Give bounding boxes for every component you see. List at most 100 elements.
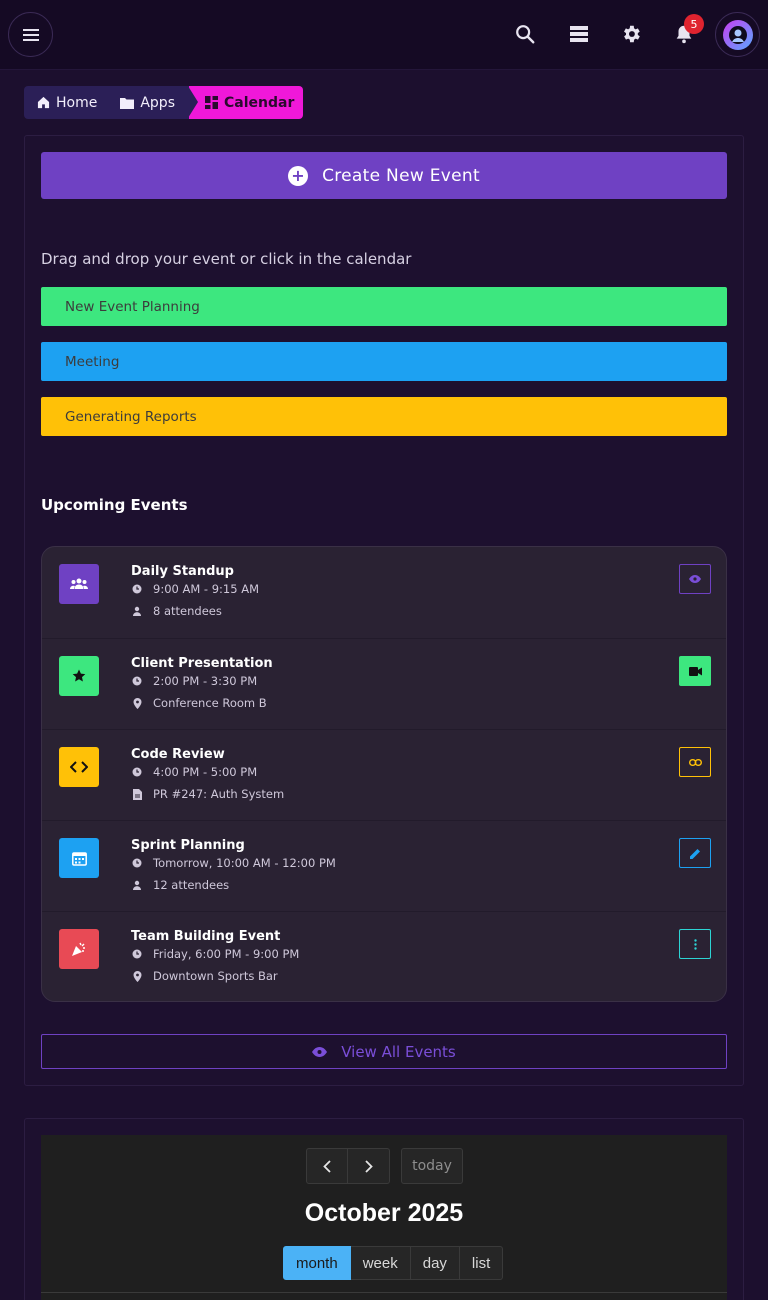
upcoming-events-list: Daily Standup 9:00 AM - 9:15 AM 8 attend… [41,546,727,1002]
settings-button[interactable] [619,22,643,46]
event-time-text: 4:00 PM - 5:00 PM [153,765,258,779]
event-detail-text: 12 attendees [153,878,230,892]
create-button-label: Create New Event [322,165,480,186]
event-detail-text: 8 attendees [153,604,222,618]
list-item[interactable]: Client Presentation 2:00 PM - 3:30 PM Co… [42,638,726,729]
calendar-view-switcher: month week day list [283,1246,504,1280]
event-detail-text: Downtown Sports Bar [153,969,278,983]
external-event-generating-reports[interactable]: Generating Reports [41,397,727,436]
breadcrumb-label: Home [56,94,98,111]
search-icon [516,25,535,44]
chevron-right-icon [364,1159,373,1173]
dashboard-icon [205,96,218,109]
chevron-left-icon [323,1159,331,1173]
code-icon [70,761,88,773]
edit-event-button[interactable] [679,838,711,868]
event-title: Team Building Event [131,929,281,944]
event-time: Tomorrow, 10:00 AM - 12:00 PM [131,856,336,870]
list-item[interactable]: Code Review 4:00 PM - 5:00 PM PR #247: A… [42,729,726,820]
clock-icon [132,858,142,868]
menu-toggle-button[interactable] [8,12,53,57]
view-day-button[interactable]: day [410,1246,460,1280]
event-detail: 12 attendees [131,878,229,892]
upcoming-events-title: Upcoming Events [41,496,188,514]
breadcrumb: Home Apps Calendar [24,86,304,119]
external-event-new-event-planning[interactable]: New Event Planning [41,287,727,326]
calendar-title: October 2025 [304,1199,464,1227]
external-event-meeting[interactable]: Meeting [41,342,727,381]
more-options-button[interactable] [679,929,711,959]
list-item[interactable]: Team Building Event Friday, 6:00 PM - 9:… [42,911,726,1001]
top-navbar: 5 [0,0,768,70]
home-icon [37,96,50,109]
eye-icon [312,1046,328,1057]
user-icon [728,25,747,44]
view-all-label: View All Events [341,1042,456,1061]
person-icon [133,606,141,616]
clock-icon [132,584,142,594]
event-detail-text: Conference Room B [153,696,267,710]
folder-icon [120,97,135,109]
calendar-nav [306,1148,390,1184]
join-video-button[interactable] [679,656,711,686]
party-icon [72,942,85,956]
drag-hint-text: Drag and drop your event or click in the… [41,250,412,268]
more-vertical-icon [693,938,697,950]
star-icon [72,669,86,682]
calendar: today October 2025 month week day list [41,1135,727,1300]
event-detail-text: PR #247: Auth System [153,787,285,801]
events-panel: + Create New Event Drag and drop your ev… [24,135,744,1086]
external-event-label: Meeting [65,353,120,370]
event-time-text: Friday, 6:00 PM - 9:00 PM [153,947,300,961]
open-link-button[interactable] [679,747,711,777]
today-button[interactable]: today [401,1148,463,1184]
video-icon [688,666,702,676]
list-item[interactable]: Sprint Planning Tomorrow, 10:00 AM - 12:… [42,820,726,911]
location-icon [133,970,141,982]
view-month-button[interactable]: month [283,1246,351,1280]
user-menu-button[interactable] [715,12,760,57]
calendar-grid [41,1292,727,1294]
edit-icon [689,848,700,859]
event-time-text: 9:00 AM - 9:15 AM [153,582,259,596]
menu-icon [22,28,39,41]
event-type-icon-box [59,838,99,878]
event-time: 2:00 PM - 3:30 PM [131,674,257,688]
plus-circle-icon: + [288,165,309,186]
event-type-icon-box [59,656,99,696]
event-detail: 8 attendees [131,604,222,618]
view-all-events-button[interactable]: View All Events [41,1034,727,1069]
event-title: Sprint Planning [131,838,245,853]
layers-icon [570,26,588,42]
view-week-button[interactable]: week [350,1246,411,1280]
event-time: 9:00 AM - 9:15 AM [131,582,259,596]
calendar-panel: today October 2025 month week day list [24,1118,744,1300]
clock-icon [132,767,142,777]
next-month-button[interactable] [348,1148,390,1184]
external-event-label: New Event Planning [65,298,200,315]
clock-icon [132,676,142,686]
calendar-icon [71,851,87,866]
event-title: Code Review [131,747,225,762]
link-icon [688,758,702,766]
create-new-event-button[interactable]: + Create New Event [41,152,727,199]
person-icon [133,880,141,890]
eye-icon [689,575,701,583]
prev-month-button[interactable] [306,1148,348,1184]
breadcrumb-home[interactable]: Home [24,86,108,119]
event-detail: PR #247: Auth System [131,787,284,801]
notification-count-badge: 5 [684,14,704,34]
view-list-button[interactable]: list [459,1246,504,1280]
list-item[interactable]: Daily Standup 9:00 AM - 9:15 AM 8 attend… [42,547,726,638]
breadcrumb-label: Calendar [224,94,295,111]
event-time: Friday, 6:00 PM - 9:00 PM [131,947,299,961]
event-type-icon-box [59,929,99,969]
event-title: Daily Standup [131,564,234,579]
event-type-icon-box [59,564,99,604]
event-title: Client Presentation [131,656,273,671]
breadcrumb-apps[interactable]: Apps [107,86,189,119]
view-event-button[interactable] [679,564,711,594]
layers-button[interactable] [567,22,591,46]
event-detail: Downtown Sports Bar [131,969,278,983]
search-button[interactable] [513,22,537,46]
